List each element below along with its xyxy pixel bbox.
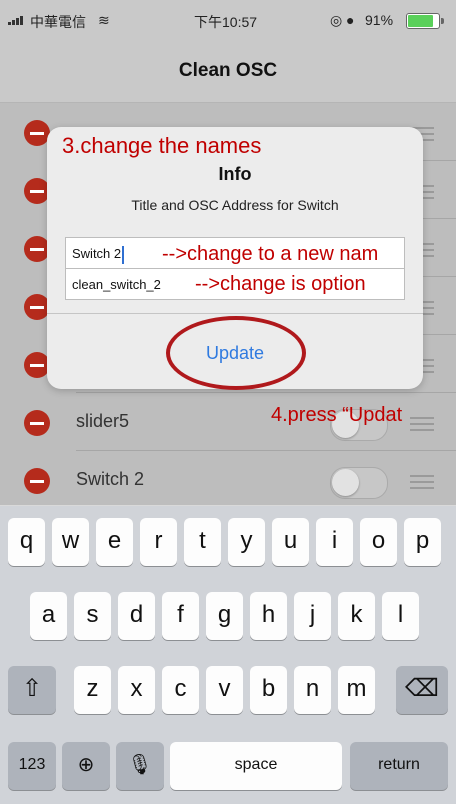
- key-v[interactable]: v: [206, 666, 243, 714]
- key-x[interactable]: x: [118, 666, 155, 714]
- wifi-icon: ≋: [98, 12, 110, 28]
- list-item-label: slider5: [76, 411, 130, 431]
- reorder-icon[interactable]: [410, 417, 434, 431]
- key-e[interactable]: e: [96, 518, 133, 566]
- key-m[interactable]: m: [338, 666, 375, 714]
- toggle-switch[interactable]: [330, 467, 388, 499]
- battery-icon: [406, 13, 444, 29]
- key-d[interactable]: d: [118, 592, 155, 640]
- osc-address-input-value: clean_switch_2: [72, 277, 161, 292]
- delete-key[interactable]: ⌫: [396, 666, 448, 714]
- battery-percent: 91%: [365, 12, 394, 28]
- reorder-icon[interactable]: [410, 475, 434, 489]
- key-l[interactable]: l: [382, 592, 419, 640]
- key-p[interactable]: p: [404, 518, 441, 566]
- title-input-value: Switch 2: [72, 246, 122, 261]
- key-t[interactable]: t: [184, 518, 221, 566]
- key-q[interactable]: q: [8, 518, 45, 566]
- signal-icon: [8, 14, 26, 25]
- dialog-message: Title and OSC Address for Switch: [131, 197, 339, 213]
- key-f[interactable]: f: [162, 592, 199, 640]
- delete-icon[interactable]: [24, 410, 50, 436]
- key-o[interactable]: o: [360, 518, 397, 566]
- key-c[interactable]: c: [162, 666, 199, 714]
- annotation-change-name: -->change to a new nam: [162, 243, 379, 265]
- annotation-step4: 4.press “Updat: [271, 404, 403, 426]
- microphone-key[interactable]: 🎙: [116, 742, 164, 790]
- highlight-circle: [166, 316, 306, 390]
- text-cursor: [122, 245, 125, 264]
- return-key[interactable]: return: [350, 742, 448, 790]
- key-i[interactable]: i: [316, 518, 353, 566]
- dialog-divider: [47, 313, 423, 314]
- clock: 下午10:57: [194, 14, 258, 30]
- nav-bar: Clean OSC: [0, 40, 456, 103]
- space-key[interactable]: space: [170, 742, 342, 790]
- page-title: Clean OSC: [178, 60, 278, 81]
- shift-key[interactable]: ⇧: [8, 666, 56, 714]
- location-icon: ◎: [330, 12, 343, 28]
- key-b[interactable]: b: [250, 666, 287, 714]
- key-j[interactable]: j: [294, 592, 331, 640]
- key-r[interactable]: r: [140, 518, 177, 566]
- key-s[interactable]: s: [74, 592, 111, 640]
- key-n[interactable]: n: [294, 666, 331, 714]
- annotation-change-optional: -->change is option: [195, 273, 366, 295]
- key-h[interactable]: h: [250, 592, 287, 640]
- dialog-title: Info: [218, 164, 252, 184]
- status-bar: 中華電信 ≋ 下午10:57 ◎ ● 91%: [0, 0, 456, 40]
- key-u[interactable]: u: [272, 518, 309, 566]
- list-item-label: Switch 2: [76, 469, 145, 489]
- key-w[interactable]: w: [52, 518, 89, 566]
- alarm-icon: ●: [346, 12, 355, 28]
- key-a[interactable]: a: [30, 592, 67, 640]
- key-g[interactable]: g: [206, 592, 243, 640]
- annotation-step3: 3.change the names: [62, 133, 262, 158]
- key-k[interactable]: k: [338, 592, 375, 640]
- key-y[interactable]: y: [228, 518, 265, 566]
- list-item[interactable]: Switch 2: [0, 451, 456, 505]
- key-z[interactable]: z: [74, 666, 111, 714]
- numbers-key[interactable]: 123: [8, 742, 56, 790]
- keyboard: q w e r t y u i o p a s d f g h j k l ⇧ …: [0, 506, 456, 804]
- delete-icon[interactable]: [24, 468, 50, 494]
- carrier-label: 中華電信: [30, 14, 86, 30]
- globe-key[interactable]: ⊕: [62, 742, 110, 790]
